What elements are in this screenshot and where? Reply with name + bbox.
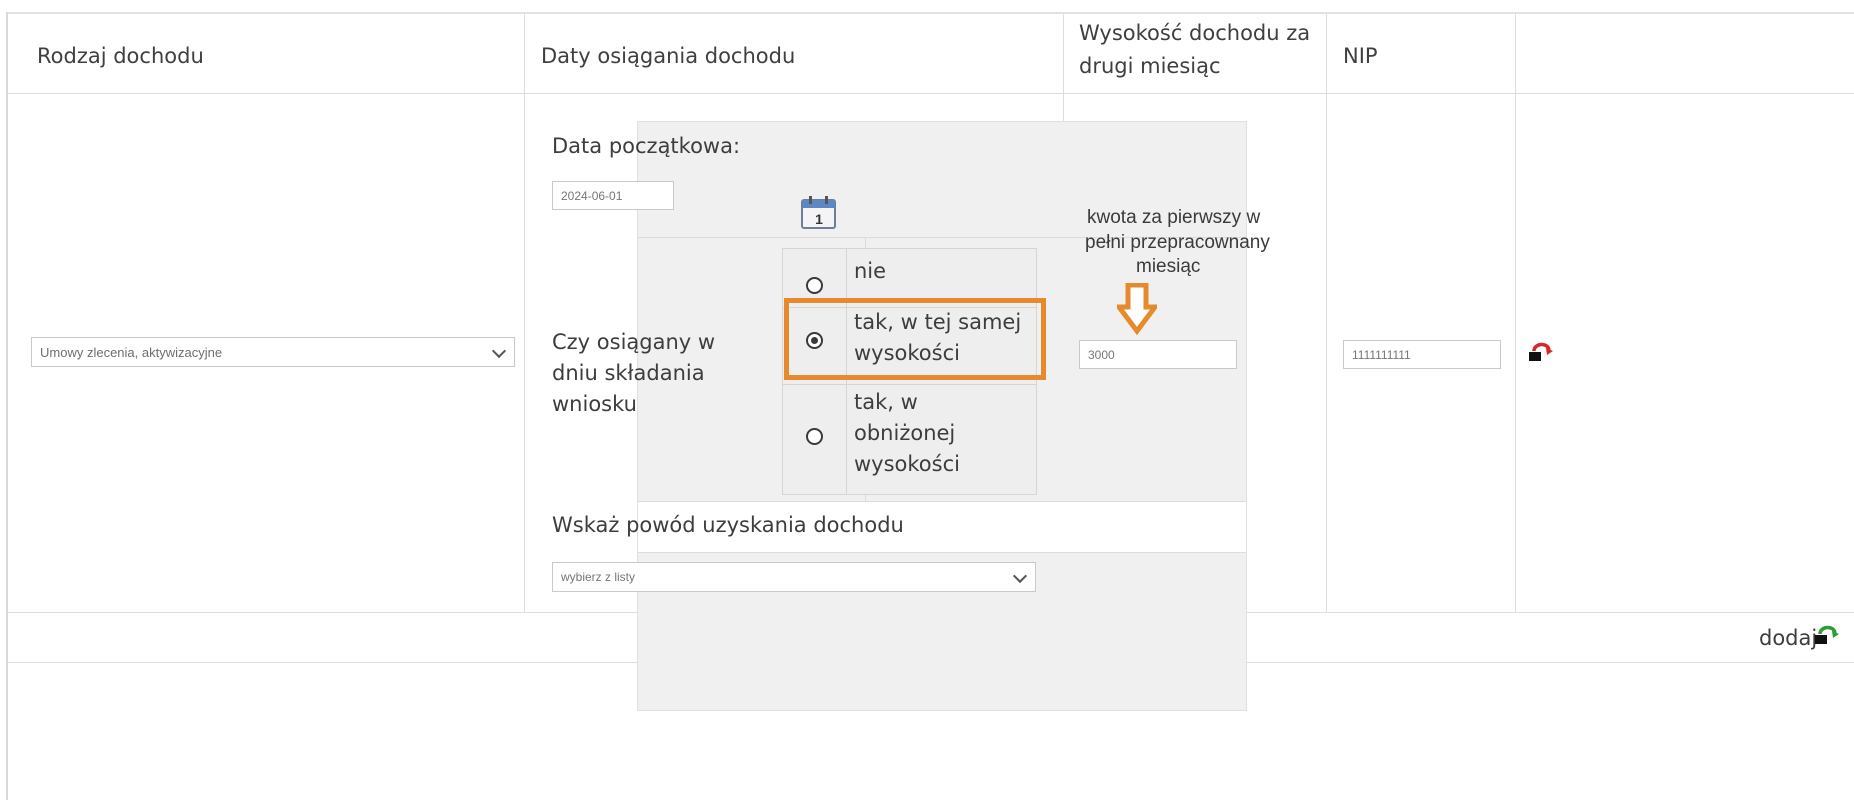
header-amount-line2: drugi miesiąc bbox=[1079, 54, 1221, 78]
reason-select-value: wybierz z listy bbox=[561, 570, 636, 584]
amount-input[interactable]: 3000 bbox=[1079, 340, 1237, 369]
header-income-type: Rodzaj dochodu bbox=[37, 44, 204, 68]
chevron-down-icon bbox=[491, 343, 507, 359]
option-reduced-amount-line3: wysokości bbox=[854, 452, 960, 476]
calendar-icon[interactable]: 1 bbox=[800, 195, 838, 231]
radio-grid-divider bbox=[783, 384, 1036, 385]
add-row-label[interactable]: dodaj bbox=[1759, 626, 1817, 650]
arrow-down-icon bbox=[1117, 283, 1157, 335]
calendar-day: 1 bbox=[815, 211, 823, 227]
header-income-dates: Daty osiągania dochodu bbox=[541, 44, 796, 68]
question-line2: dniu składania bbox=[552, 361, 705, 385]
annotation-line1: kwota za pierwszy w bbox=[1087, 207, 1261, 228]
amount-value: 3000 bbox=[1088, 347, 1115, 362]
option-reduced-amount-line1: tak, w bbox=[854, 390, 918, 414]
header-amount-line1: Wysokość dochodu za bbox=[1079, 21, 1311, 45]
annotation-line3: miesiąc bbox=[1136, 256, 1201, 277]
highlight-box bbox=[784, 298, 1046, 380]
income-type-select-value: Umowy zlecenia, aktywizacyjne bbox=[40, 344, 223, 360]
remove-row-icon[interactable] bbox=[1527, 339, 1555, 365]
question-line3: wniosku bbox=[552, 392, 637, 416]
header-bottom-line bbox=[8, 93, 1854, 94]
col-divider-4 bbox=[1515, 14, 1516, 612]
start-date-label: Data początkowa: bbox=[552, 134, 741, 158]
annotation-line2: pełni przepracownany bbox=[1085, 232, 1270, 253]
radio-nie[interactable] bbox=[806, 277, 823, 294]
nip-value: 1111111111 bbox=[1352, 347, 1411, 362]
reason-select[interactable]: wybierz z listy bbox=[552, 562, 1036, 592]
header-nip: NIP bbox=[1343, 44, 1378, 68]
option-reduced-amount-line2: obniżonej bbox=[854, 421, 956, 445]
option-nie-label: nie bbox=[854, 259, 887, 283]
left-border bbox=[6, 12, 8, 800]
nip-input[interactable]: 1111111111 bbox=[1343, 340, 1501, 369]
start-date-input[interactable]: 2024-06-01 bbox=[552, 181, 674, 210]
question-line1: Czy osiągany w bbox=[552, 330, 716, 354]
add-row-icon[interactable] bbox=[1813, 622, 1841, 648]
col-divider-3 bbox=[1326, 14, 1327, 612]
radio-reduced-amount[interactable] bbox=[806, 428, 823, 445]
top-border bbox=[8, 12, 1854, 14]
chevron-down-icon bbox=[1012, 568, 1028, 584]
reason-label: Wskaż powód uzyskania dochodu bbox=[552, 513, 904, 537]
start-date-value: 2024-06-01 bbox=[561, 188, 623, 203]
income-type-select[interactable]: Umowy zlecenia, aktywizacyjne bbox=[31, 337, 515, 367]
col-divider-1 bbox=[524, 14, 525, 612]
